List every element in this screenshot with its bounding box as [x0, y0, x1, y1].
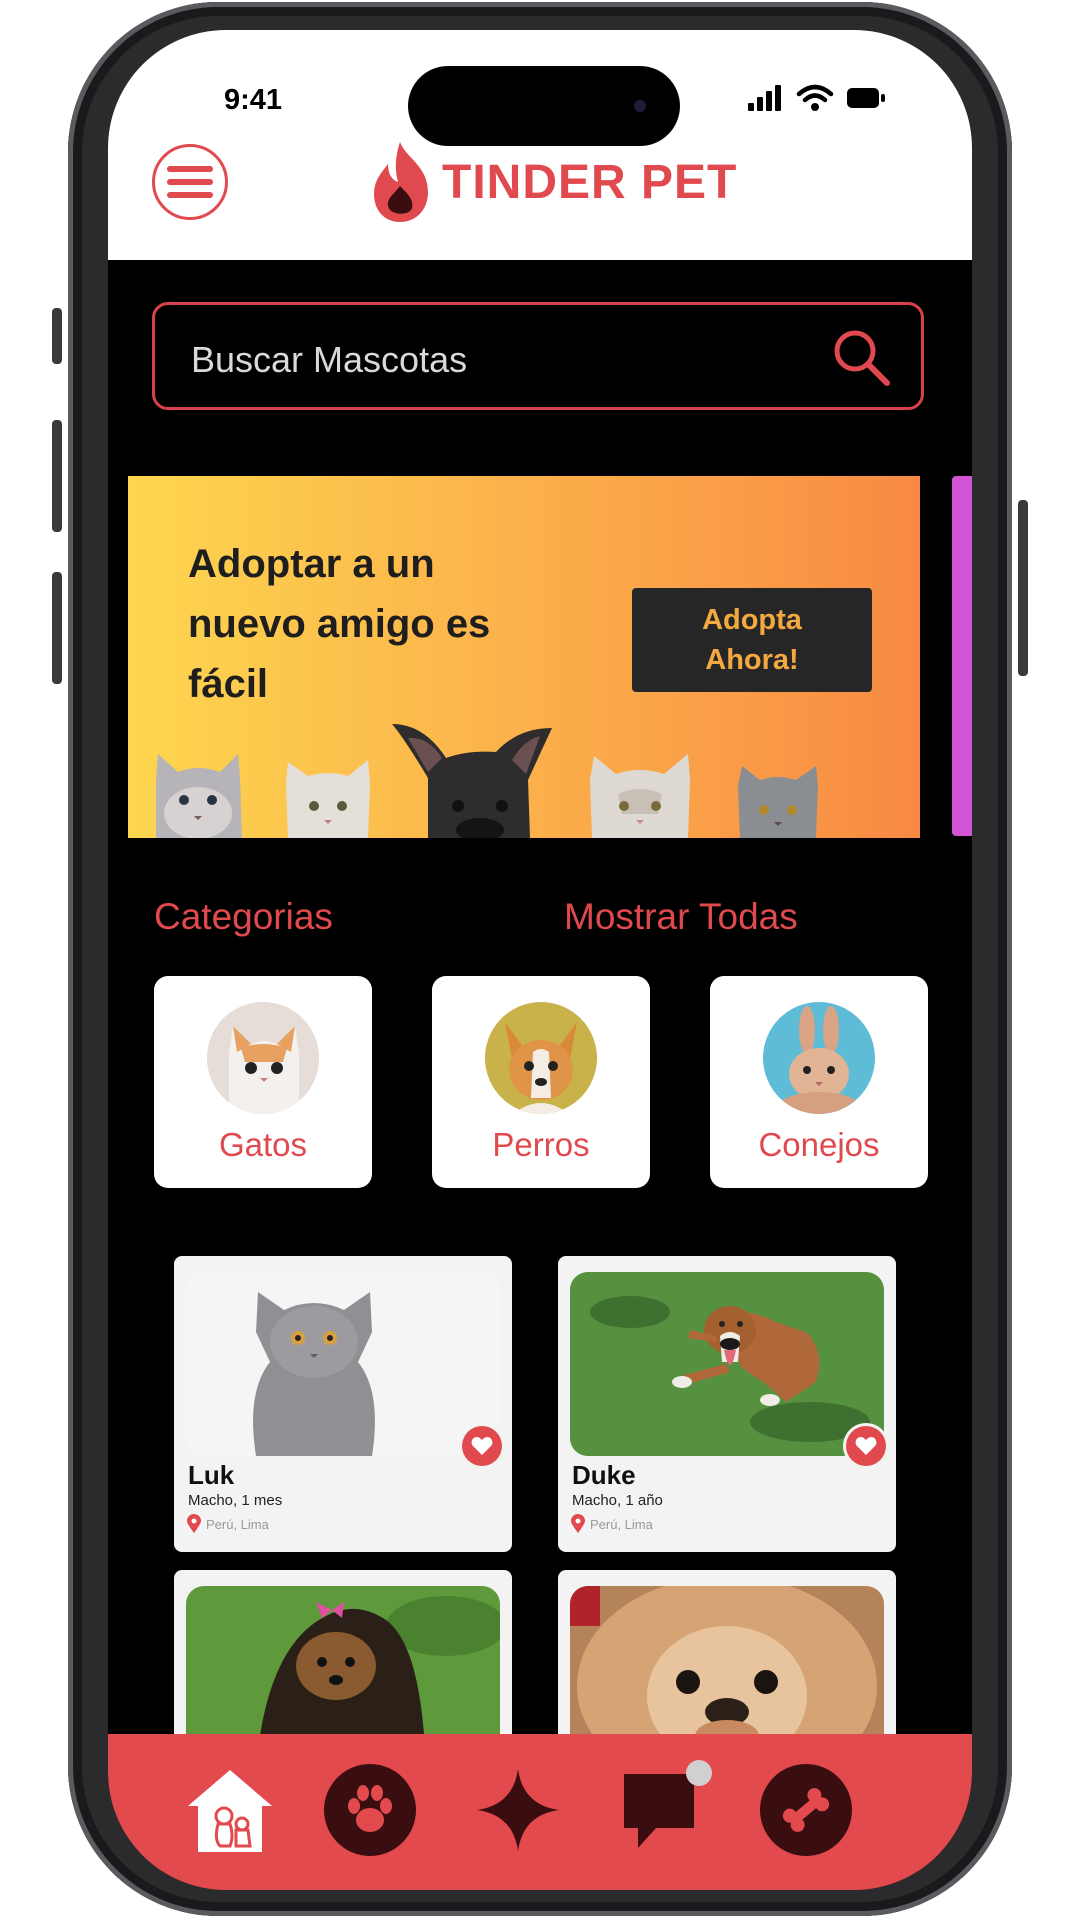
banner-scroll-indicator[interactable]: [952, 476, 972, 836]
status-time: 9:41: [224, 84, 283, 116]
location-pin-icon: [571, 1514, 585, 1533]
search-icon[interactable]: [833, 329, 891, 387]
pet-card-duke[interactable]: Duke Macho, 1 año Perú, Lima: [558, 1256, 896, 1552]
home-icon: [188, 1770, 272, 1852]
heart-icon: [855, 1437, 877, 1455]
category-label: Perros: [492, 1126, 590, 1163]
nav-pets[interactable]: [324, 1764, 416, 1856]
flame-icon: [374, 142, 428, 222]
menu-button[interactable]: [152, 144, 228, 220]
pet-card-luk[interactable]: Luk Macho, 1 mes Perú, Lima: [174, 1256, 512, 1552]
pet-location: Perú, Lima: [570, 1514, 653, 1534]
pet-location-text: Perú, Lima: [590, 1516, 653, 1532]
status-icons: [748, 84, 886, 112]
categories-title: Categorias: [154, 896, 333, 937]
signal-icon: [748, 85, 781, 111]
favorite-button[interactable]: [462, 1426, 502, 1466]
pet-photo: [186, 1272, 500, 1456]
category-card-dogs[interactable]: Perros: [432, 976, 650, 1188]
volume-down-button: [52, 572, 62, 684]
pet-location-text: Perú, Lima: [206, 1516, 269, 1532]
favorite-button[interactable]: [846, 1426, 886, 1466]
heart-icon: [471, 1437, 493, 1455]
pet-name: Duke: [572, 1460, 636, 1490]
category-card-rabbits[interactable]: Conejos: [710, 976, 928, 1188]
nav-profile[interactable]: [760, 1764, 852, 1856]
app-logo: TINDER PET: [370, 140, 737, 224]
category-label: Gatos: [218, 1126, 308, 1163]
pet-photo: [570, 1272, 884, 1456]
show-all-link[interactable]: Mostrar Todas: [564, 896, 798, 938]
bottom-nav: [108, 1734, 972, 1890]
pet-location: Perú, Lima: [186, 1514, 269, 1534]
dog-avatar: [485, 1002, 597, 1114]
banner-pets-image: [156, 724, 818, 838]
dynamic-island: [408, 66, 680, 146]
notification-dot: [686, 1760, 712, 1786]
sparkle-icon: [477, 1769, 559, 1851]
nav-messages[interactable]: [616, 1760, 712, 1856]
volume-up-button: [52, 420, 62, 532]
nav-home[interactable]: [184, 1764, 276, 1856]
category-card-cats[interactable]: Gatos: [154, 976, 372, 1188]
cat-avatar: [207, 1002, 319, 1114]
search-input[interactable]: Buscar Mascotas: [152, 302, 924, 410]
adopt-now-button[interactable]: Adopta Ahora!: [632, 588, 872, 692]
paw-icon: [348, 1785, 392, 1832]
category-label: Conejos: [758, 1126, 880, 1163]
hamburger-icon: [167, 166, 213, 198]
rabbit-avatar: [763, 1002, 875, 1114]
pet-info: Macho, 1 año: [572, 1492, 663, 1509]
app-name: TINDER PET: [442, 155, 738, 209]
battery-icon: [847, 88, 885, 108]
screen: 9:41 TINDER PET Buscar Mascotas Adoptar …: [108, 30, 972, 1890]
adoption-banner: Adoptar a un nuevo amigo es fácil Adopta…: [128, 476, 920, 838]
top-bar: 9:41 TINDER PET: [108, 30, 972, 260]
search-placeholder: Buscar Mascotas: [191, 339, 468, 380]
pet-info: Macho, 1 mes: [188, 1492, 283, 1509]
pet-name: Luk: [188, 1460, 235, 1490]
location-pin-icon: [187, 1514, 201, 1533]
mute-switch: [52, 308, 62, 364]
banner-title: Adoptar a un nuevo amigo es fácil: [188, 542, 491, 706]
wifi-icon: [796, 84, 834, 111]
power-button: [1018, 500, 1028, 676]
bone-icon: [782, 1788, 830, 1832]
nav-explore[interactable]: [472, 1764, 564, 1856]
